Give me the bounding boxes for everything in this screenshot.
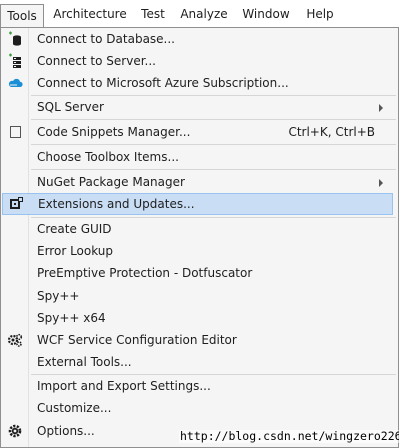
menu-separator: [31, 119, 396, 120]
tools-menu-dropdown: Connect to Database... Connect to Server…: [0, 27, 399, 448]
submenu-arrow-icon: [379, 104, 383, 112]
menu-tools[interactable]: Tools: [0, 4, 44, 28]
menu-item-spy[interactable]: Spy++: [1, 285, 396, 307]
extensions-icon: [8, 196, 24, 212]
menu-item-label: WCF Service Configuration Editor: [37, 333, 237, 347]
menu-item-label: Customize...: [37, 401, 112, 415]
menu-window[interactable]: Window: [238, 0, 294, 27]
menu-item-error-lookup[interactable]: Error Lookup: [1, 240, 396, 262]
gears-icon: [7, 332, 23, 348]
menu-item-external-tools[interactable]: External Tools...: [1, 351, 396, 373]
menu-item-label: Connect to Microsoft Azure Subscription.…: [37, 76, 289, 90]
menu-item-sql-server[interactable]: SQL Server: [1, 96, 396, 118]
menu-item-label: Spy++ x64: [37, 311, 106, 325]
menu-analyze[interactable]: Analyze: [177, 0, 231, 27]
watermark-url: http://blog.csdn.net/wingzero226: [179, 430, 399, 443]
menu-item-connect-database[interactable]: Connect to Database...: [1, 28, 396, 50]
menu-item-import-export-settings[interactable]: Import and Export Settings...: [1, 375, 396, 397]
gear-icon: [7, 423, 23, 439]
menu-item-label: SQL Server: [37, 100, 104, 114]
menu-item-preemptive-dotfuscator[interactable]: PreEmptive Protection - Dotfuscator: [1, 262, 396, 284]
menu-item-label: Code Snippets Manager...: [37, 125, 191, 139]
menu-item-customize[interactable]: Customize...: [1, 397, 396, 419]
menu-item-extensions-and-updates[interactable]: Extensions and Updates...: [2, 193, 393, 215]
connect-database-icon: [7, 31, 23, 47]
menu-bar: Tools Architecture Test Analyze Window H…: [0, 0, 399, 28]
menu-item-connect-azure[interactable]: Connect to Microsoft Azure Subscription.…: [1, 72, 396, 94]
menu-item-shortcut: Ctrl+K, Ctrl+B: [288, 125, 375, 139]
menu-item-label: Choose Toolbox Items...: [37, 150, 179, 164]
checkbox-icon: [7, 124, 23, 140]
menu-test[interactable]: Test: [136, 0, 170, 27]
submenu-arrow-icon: [379, 179, 383, 187]
azure-cloud-icon: [7, 75, 23, 91]
menu-item-label: Spy++: [37, 289, 80, 303]
menu-architecture[interactable]: Architecture: [51, 0, 129, 27]
menu-item-label: Create GUID: [37, 222, 112, 236]
menu-item-label: Extensions and Updates...: [38, 197, 195, 211]
menu-item-label: Connect to Database...: [37, 32, 175, 46]
menu-item-label: PreEmptive Protection - Dotfuscator: [37, 266, 253, 280]
menu-item-label: NuGet Package Manager: [37, 175, 185, 189]
menu-help[interactable]: Help: [300, 0, 340, 27]
menu-separator: [31, 169, 396, 170]
menu-item-connect-server[interactable]: Connect to Server...: [1, 50, 396, 72]
menu-separator: [31, 144, 396, 145]
connect-server-icon: [7, 53, 23, 69]
menu-item-spy-x64[interactable]: Spy++ x64: [1, 307, 396, 329]
menu-item-label: Error Lookup: [37, 244, 114, 258]
menu-item-label: External Tools...: [37, 355, 132, 369]
menu-item-choose-toolbox-items[interactable]: Choose Toolbox Items...: [1, 146, 396, 168]
menu-item-label: Import and Export Settings...: [37, 379, 211, 393]
menu-item-label: Connect to Server...: [37, 54, 156, 68]
menu-item-code-snippets-manager[interactable]: Code Snippets Manager... Ctrl+K, Ctrl+B: [1, 121, 396, 143]
menu-item-wcf-service-configuration-editor[interactable]: WCF Service Configuration Editor: [1, 329, 396, 351]
menu-item-label: Options...: [37, 424, 95, 438]
menu-item-nuget-package-manager[interactable]: NuGet Package Manager: [1, 171, 396, 193]
menu-item-create-guid[interactable]: Create GUID: [1, 218, 396, 240]
